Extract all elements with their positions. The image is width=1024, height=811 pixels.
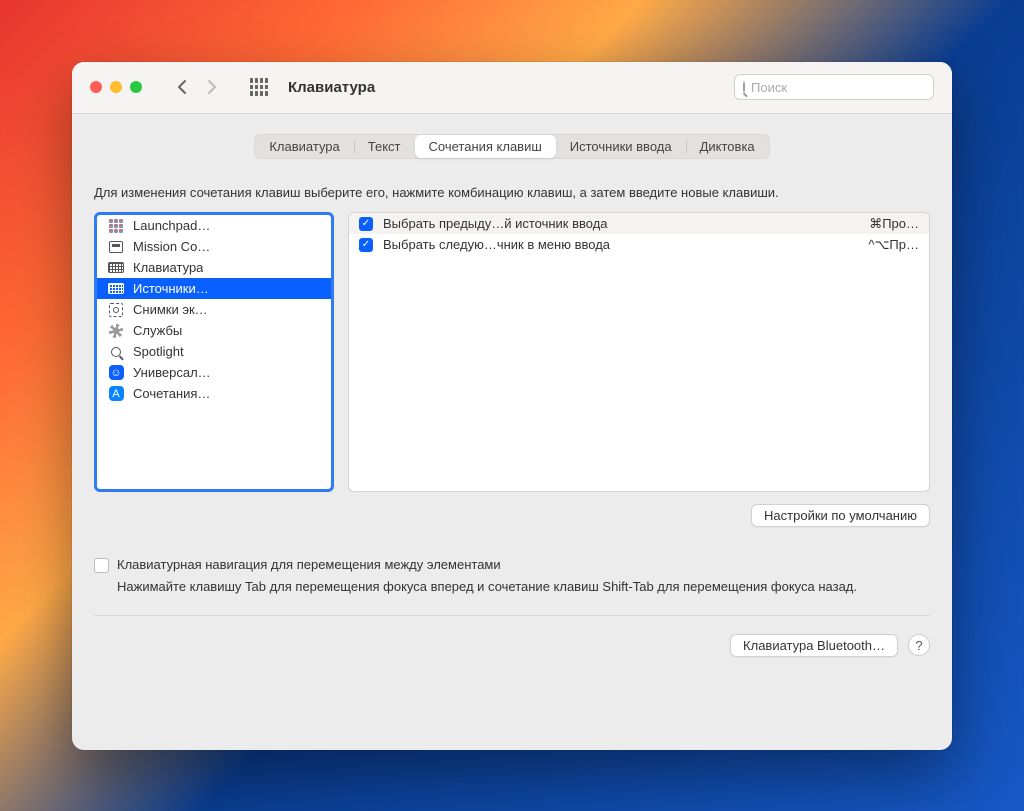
titlebar: Клавиатура — [72, 62, 952, 114]
instruction-text: Для изменения сочетания клавиш выберите … — [94, 183, 930, 203]
screenshot-icon — [107, 302, 125, 318]
mission-control-icon — [107, 239, 125, 255]
tab-text[interactable]: Текст — [354, 135, 415, 158]
shortcut-row-next-source[interactable]: ✓ Выбрать следую…чник в меню ввода ^⌥Пр… — [349, 234, 929, 255]
category-label: Launchpad… — [133, 218, 210, 233]
defaults-row: Настройки по умолчанию — [94, 504, 930, 527]
keyboard-nav-label: Клавиатурная навигация для перемещения м… — [117, 557, 501, 572]
category-keyboard[interactable]: Клавиатура — [97, 257, 331, 278]
search-icon — [743, 81, 745, 93]
minimize-button[interactable] — [110, 81, 122, 93]
zoom-button[interactable] — [130, 81, 142, 93]
checkbox-checked-icon[interactable]: ✓ — [359, 238, 373, 252]
window-title: Клавиатура — [288, 79, 375, 96]
category-label: Службы — [133, 323, 182, 338]
category-label: Mission Co… — [133, 239, 210, 254]
footer: Клавиатура Bluetooth… ? — [94, 615, 930, 657]
nav-buttons — [170, 75, 224, 99]
close-button[interactable] — [90, 81, 102, 93]
shortcut-key[interactable]: ⌘Про… — [869, 216, 919, 232]
keyboard-nav-description: Нажимайте клавишу Tab для перемещения фо… — [117, 577, 930, 597]
tabs-container: Клавиатура Текст Сочетания клавиш Источн… — [94, 134, 930, 159]
category-label: Источники… — [133, 281, 209, 296]
content-area: Клавиатура Текст Сочетания клавиш Источн… — [72, 114, 952, 750]
help-button[interactable]: ? — [908, 634, 930, 656]
shortcut-label: Выбрать следую…чник в меню ввода — [383, 237, 858, 252]
category-label: Spotlight — [133, 344, 184, 359]
category-label: Снимки эк… — [133, 302, 208, 317]
category-label: Клавиатура — [133, 260, 203, 275]
tab-bar: Клавиатура Текст Сочетания клавиш Источн… — [254, 134, 769, 159]
shortcut-label: Выбрать предыду…й источник ввода — [383, 216, 859, 231]
traffic-lights — [90, 81, 142, 93]
keyboard-icon — [107, 281, 125, 297]
restore-defaults-button[interactable]: Настройки по умолчанию — [751, 504, 930, 527]
app-shortcuts-icon: A — [107, 386, 125, 402]
category-spotlight[interactable]: Spotlight — [97, 341, 331, 362]
search-input[interactable] — [751, 80, 927, 95]
keyboard-nav-checkbox[interactable] — [94, 558, 109, 573]
category-accessibility[interactable]: ☺ Универсал… — [97, 362, 331, 383]
accessibility-icon: ☺ — [107, 365, 125, 381]
show-all-icon[interactable] — [250, 78, 268, 96]
search-field[interactable] — [734, 74, 934, 100]
shortcut-key[interactable]: ^⌥Пр… — [868, 237, 919, 253]
preferences-window: Клавиатура Клавиатура Текст Сочетания кл… — [72, 62, 952, 750]
shortcut-list[interactable]: ✓ Выбрать предыду…й источник ввода ⌘Про…… — [348, 212, 930, 492]
panels: Launchpad… Mission Co… Клавиатура Источн… — [94, 212, 930, 492]
category-launchpad[interactable]: Launchpad… — [97, 215, 331, 236]
category-input-sources[interactable]: Источники… — [97, 278, 331, 299]
category-app-shortcuts[interactable]: A Сочетания… — [97, 383, 331, 404]
keyboard-nav-row: Клавиатурная навигация для перемещения м… — [94, 557, 930, 573]
forward-button[interactable] — [200, 75, 224, 99]
tab-keyboard[interactable]: Клавиатура — [255, 135, 353, 158]
services-icon — [107, 323, 125, 339]
shortcut-row-prev-source[interactable]: ✓ Выбрать предыду…й источник ввода ⌘Про… — [349, 213, 929, 234]
bluetooth-keyboard-button[interactable]: Клавиатура Bluetooth… — [730, 634, 898, 657]
back-button[interactable] — [170, 75, 194, 99]
category-screenshots[interactable]: Снимки эк… — [97, 299, 331, 320]
tab-dictation[interactable]: Диктовка — [686, 135, 769, 158]
spotlight-icon — [107, 344, 125, 360]
category-label: Сочетания… — [133, 386, 210, 401]
tab-shortcuts[interactable]: Сочетания клавиш — [415, 135, 556, 158]
category-mission-control[interactable]: Mission Co… — [97, 236, 331, 257]
tab-input-sources[interactable]: Источники ввода — [556, 135, 686, 158]
keyboard-icon — [107, 260, 125, 276]
launchpad-icon — [107, 218, 125, 234]
category-services[interactable]: Службы — [97, 320, 331, 341]
category-label: Универсал… — [133, 365, 211, 380]
checkbox-checked-icon[interactable]: ✓ — [359, 217, 373, 231]
category-list[interactable]: Launchpad… Mission Co… Клавиатура Источн… — [94, 212, 334, 492]
